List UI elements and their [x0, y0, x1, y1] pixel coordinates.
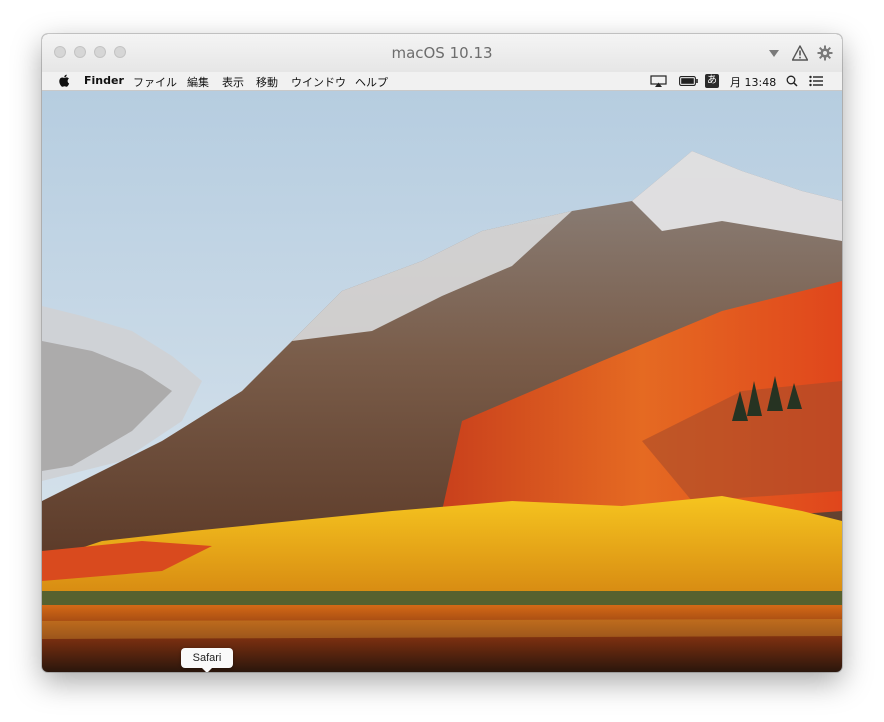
input-method-icon[interactable]: あ [705, 74, 719, 88]
spotlight-icon[interactable] [786, 75, 798, 87]
menubar-app-finder[interactable]: Finder [84, 74, 124, 87]
warning-icon[interactable] [792, 45, 808, 61]
gear-icon[interactable] [817, 45, 833, 61]
airplay-icon[interactable] [650, 75, 667, 87]
menu-go[interactable]: 移動 [256, 74, 278, 90]
dropdown-arrow-icon[interactable] [766, 45, 782, 61]
macos-menubar: Finder ファイル 編集 表示 移動 ウインドウ ヘルプ あ 月 13:48 [42, 72, 842, 91]
menu-help[interactable]: ヘルプ [355, 74, 388, 90]
desktop-wallpaper[interactable]: Safari 23 [42, 91, 842, 672]
apple-menu-icon[interactable] [59, 74, 70, 87]
battery-icon[interactable] [679, 76, 698, 86]
window-titlebar: macOS 10.13 [42, 34, 842, 73]
dock-tooltip: Safari [181, 648, 233, 672]
vm-window: macOS 10.13 Finder ファイル 編集 表示 移動 ウインドウ ヘ… [42, 34, 842, 672]
menu-window[interactable]: ウインドウ [291, 74, 346, 90]
menu-file[interactable]: ファイル [133, 74, 177, 90]
menu-view[interactable]: 表示 [222, 74, 244, 90]
high-sierra-wallpaper [42, 91, 842, 672]
notification-list-icon[interactable] [809, 75, 823, 87]
menubar-clock[interactable]: 月 13:48 [730, 74, 776, 90]
menu-edit[interactable]: 編集 [187, 74, 209, 90]
window-title: macOS 10.13 [391, 44, 493, 62]
